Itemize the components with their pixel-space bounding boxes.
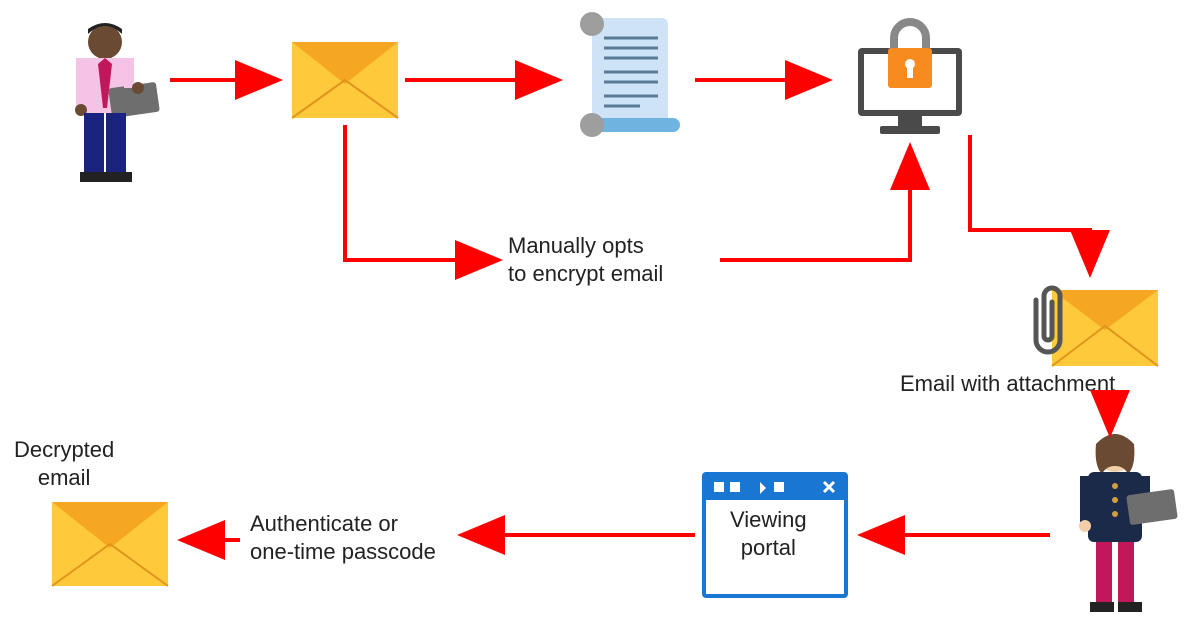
transport-rule-scroll-icon	[570, 10, 690, 146]
manual-opt-label: Manually opts to encrypt email	[508, 232, 663, 287]
sender-person-icon	[50, 20, 160, 196]
email-attachment-label: Email with attachment	[900, 370, 1115, 398]
viewing-portal-label: Viewing portal	[730, 506, 807, 561]
email-attachment-icon	[1030, 280, 1160, 376]
decrypted-label: Decrypted email	[14, 436, 114, 491]
encryption-service-icon	[840, 10, 980, 146]
decrypted-email-icon	[50, 500, 170, 594]
email-icon	[290, 40, 400, 126]
authenticate-label: Authenticate or one-time passcode	[250, 510, 436, 565]
recipient-person-icon	[1060, 430, 1180, 631]
